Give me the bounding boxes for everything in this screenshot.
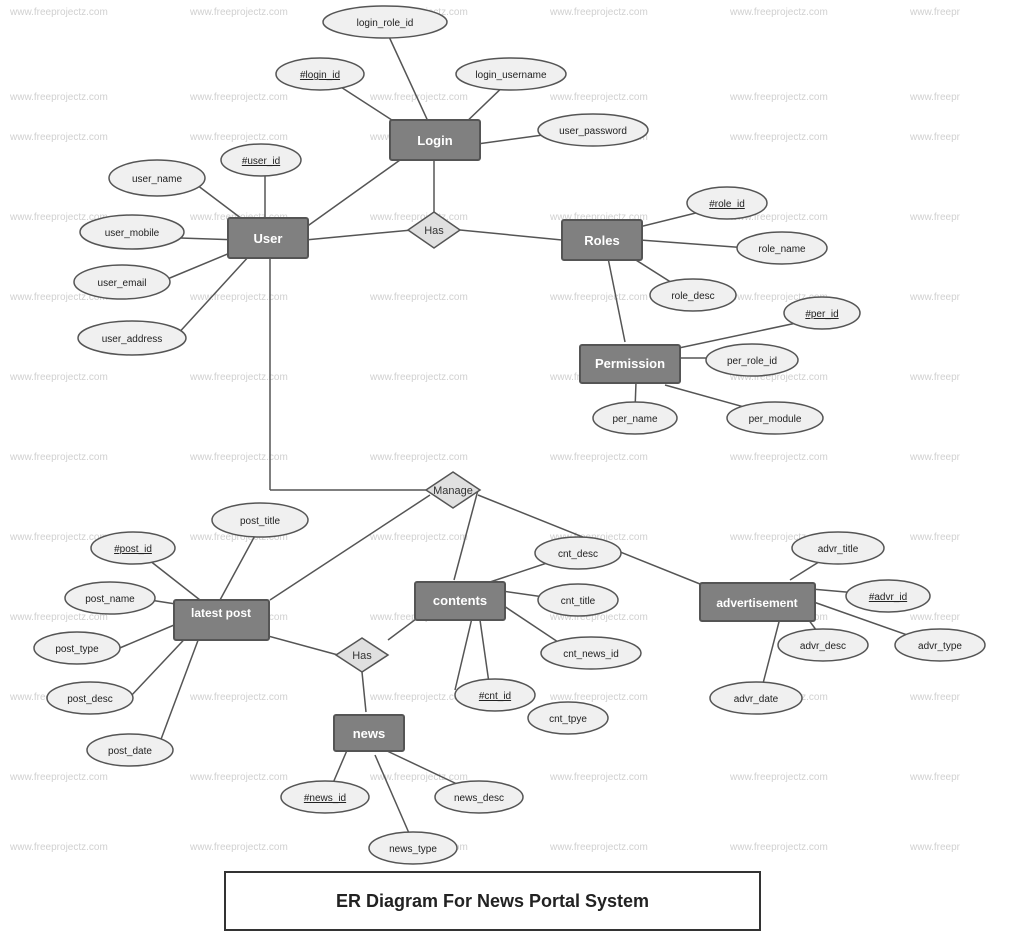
svg-text:www.freeprojectz.com: www.freeprojectz.com	[369, 292, 468, 303]
svg-text:www.freepr: www.freepr	[909, 612, 961, 623]
svg-text:post_desc: post_desc	[67, 694, 113, 705]
svg-text:www.freeprojectz.com: www.freeprojectz.com	[9, 772, 108, 783]
svg-text:www.freeprojectz.com: www.freeprojectz.com	[729, 842, 828, 853]
svg-text:www.freeprojectz.com: www.freeprojectz.com	[729, 772, 828, 783]
svg-text:Permission: Permission	[595, 356, 665, 371]
svg-text:www.freeprojectz.com: www.freeprojectz.com	[189, 452, 288, 463]
svg-text:user_address: user_address	[102, 334, 163, 345]
svg-text:Login: Login	[417, 133, 452, 148]
svg-text:news: news	[353, 726, 386, 741]
svg-text:post_name: post_name	[85, 594, 135, 605]
svg-text:cnt_title: cnt_title	[561, 596, 596, 607]
svg-text:www.freeprojectz.com: www.freeprojectz.com	[729, 132, 828, 143]
svg-text:www.freepr: www.freepr	[909, 532, 961, 543]
svg-text:www.freeprojectz.com: www.freeprojectz.com	[549, 292, 648, 303]
svg-text:user_password: user_password	[559, 126, 627, 137]
svg-text:www.freeprojectz.com: www.freeprojectz.com	[369, 532, 468, 543]
svg-text:www.freeprojectz.com: www.freeprojectz.com	[189, 372, 288, 383]
svg-text:latest post: latest post	[191, 606, 251, 620]
svg-text:User: User	[254, 231, 283, 246]
svg-text:www.freeprojectz.com: www.freeprojectz.com	[549, 452, 648, 463]
svg-text:www.freeprojectz.com: www.freeprojectz.com	[729, 92, 828, 103]
svg-text:www.freeprojectz.com: www.freeprojectz.com	[729, 7, 828, 18]
svg-text:news_desc: news_desc	[454, 793, 504, 804]
svg-text:www.freepr: www.freepr	[909, 772, 961, 783]
svg-text:role_desc: role_desc	[671, 291, 714, 302]
svg-text:www.freepr: www.freepr	[909, 92, 961, 103]
svg-text:Has: Has	[352, 650, 372, 662]
svg-text:user_name: user_name	[132, 174, 182, 185]
svg-text:www.freeprojectz.com: www.freeprojectz.com	[189, 7, 288, 18]
svg-text:www.freeprojectz.com: www.freeprojectz.com	[189, 132, 288, 143]
svg-text:www.freeprojectz.com: www.freeprojectz.com	[189, 842, 288, 853]
svg-text:advr_desc: advr_desc	[800, 641, 846, 652]
svg-text:advr_type: advr_type	[918, 641, 962, 652]
svg-text:www.freeprojectz.com: www.freeprojectz.com	[369, 212, 468, 223]
svg-text:post_title: post_title	[240, 516, 280, 527]
svg-text:contents: contents	[433, 593, 487, 608]
svg-text:cnt_tpye: cnt_tpye	[549, 714, 587, 725]
svg-text:advertisement: advertisement	[716, 596, 797, 610]
svg-text:#post_id: #post_id	[114, 544, 152, 555]
svg-text:www.freeprojectz.com: www.freeprojectz.com	[549, 842, 648, 853]
svg-text:login_role_id: login_role_id	[357, 18, 414, 29]
svg-text:www.freepr: www.freepr	[909, 132, 961, 143]
svg-text:Has: Has	[424, 225, 444, 237]
svg-text:cnt_desc: cnt_desc	[558, 549, 598, 560]
svg-text:Manage: Manage	[433, 485, 473, 497]
svg-text:per_module: per_module	[749, 414, 802, 425]
svg-text:www.freepr: www.freepr	[909, 452, 961, 463]
svg-text:www.freeprojectz.com: www.freeprojectz.com	[369, 692, 468, 703]
svg-text:www.freeprojectz.com: www.freeprojectz.com	[9, 92, 108, 103]
svg-text:#cnt_id: #cnt_id	[479, 691, 511, 702]
svg-text:#role_id: #role_id	[709, 199, 745, 210]
svg-text:news_type: news_type	[389, 844, 437, 855]
svg-text:advr_date: advr_date	[734, 694, 779, 705]
svg-text:www.freeprojectz.com: www.freeprojectz.com	[549, 772, 648, 783]
svg-text:www.freeprojectz.com: www.freeprojectz.com	[9, 7, 108, 18]
svg-text:user_email: user_email	[98, 278, 147, 289]
svg-text:www.freepr: www.freepr	[909, 842, 961, 853]
svg-text:www.freeprojectz.com: www.freeprojectz.com	[9, 132, 108, 143]
svg-text:www.freeprojectz.com: www.freeprojectz.com	[9, 842, 108, 853]
svg-text:#news_id: #news_id	[304, 793, 346, 804]
svg-text:per_name: per_name	[612, 414, 657, 425]
svg-text:www.freepr: www.freepr	[909, 7, 961, 18]
svg-text:www.freepr: www.freepr	[909, 372, 961, 383]
svg-text:#login_id: #login_id	[300, 70, 340, 81]
svg-text:www.freeprojectz.com: www.freeprojectz.com	[189, 292, 288, 303]
svg-text:per_role_id: per_role_id	[727, 356, 777, 367]
svg-text:www.freeprojectz.com: www.freeprojectz.com	[189, 772, 288, 783]
svg-text:www.freeprojectz.com: www.freeprojectz.com	[729, 452, 828, 463]
svg-text:role_name: role_name	[758, 244, 806, 255]
svg-text:post_date: post_date	[108, 746, 152, 757]
svg-text:www.freeprojectz.com: www.freeprojectz.com	[369, 372, 468, 383]
svg-text:www.freeprojectz.com: www.freeprojectz.com	[369, 452, 468, 463]
svg-text:www.freeprojectz.com: www.freeprojectz.com	[9, 612, 108, 623]
caption-text: ER Diagram For News Portal System	[336, 891, 649, 912]
caption-box: ER Diagram For News Portal System	[224, 871, 761, 931]
svg-text:www.freeprojectz.com: www.freeprojectz.com	[9, 372, 108, 383]
svg-text:www.freepr: www.freepr	[909, 212, 961, 223]
svg-text:login_username: login_username	[475, 70, 547, 81]
svg-text:www.freeprojectz.com: www.freeprojectz.com	[9, 452, 108, 463]
svg-text:www.freeprojectz.com: www.freeprojectz.com	[549, 92, 648, 103]
svg-text:www.freepr: www.freepr	[909, 292, 961, 303]
svg-text:advr_title: advr_title	[818, 544, 859, 555]
svg-text:www.freeprojectz.com: www.freeprojectz.com	[189, 92, 288, 103]
svg-text:#per_id: #per_id	[805, 309, 838, 320]
svg-text:www.freeprojectz.com: www.freeprojectz.com	[9, 532, 108, 543]
svg-text:#advr_id: #advr_id	[869, 592, 907, 603]
svg-text:cnt_news_id: cnt_news_id	[563, 649, 619, 660]
svg-text:www.freeprojectz.com: www.freeprojectz.com	[549, 7, 648, 18]
svg-text:www.freepr: www.freepr	[909, 692, 961, 703]
svg-text:#user_id: #user_id	[242, 156, 280, 167]
svg-text:post_type: post_type	[55, 644, 99, 655]
svg-text:www.freeprojectz.com: www.freeprojectz.com	[189, 692, 288, 703]
svg-text:user_mobile: user_mobile	[105, 228, 160, 239]
svg-text:Roles: Roles	[584, 233, 619, 248]
